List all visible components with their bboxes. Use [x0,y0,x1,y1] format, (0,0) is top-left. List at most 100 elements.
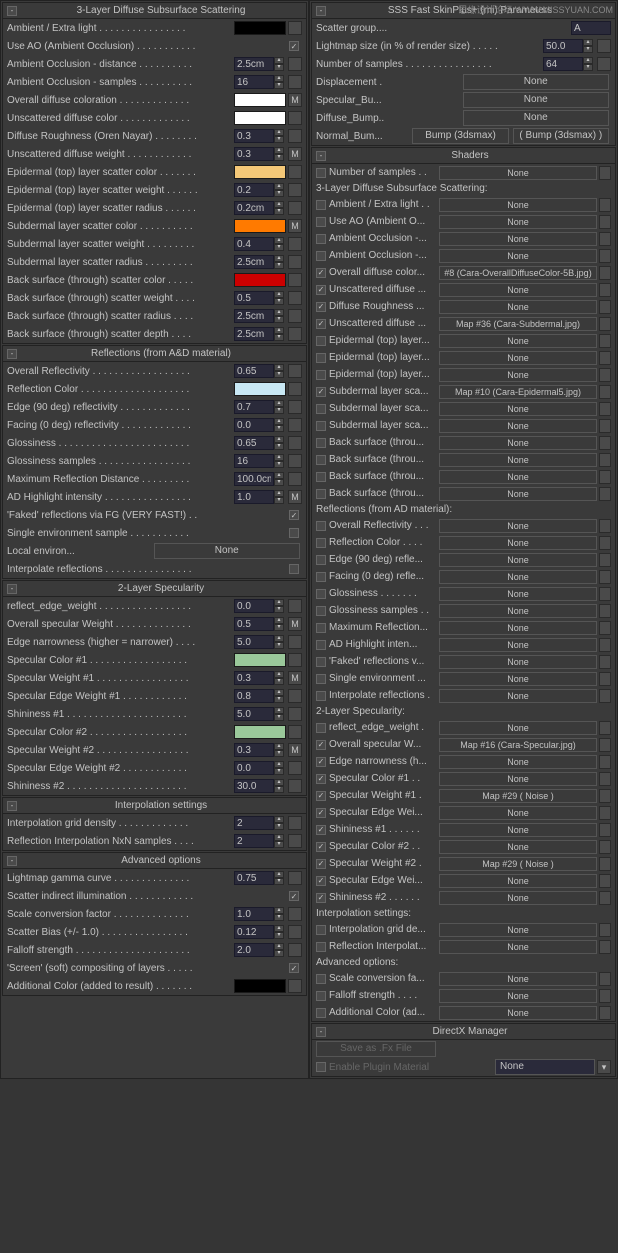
section-header[interactable]: -2-Layer Specularity [3,581,306,597]
checkbox[interactable] [316,521,326,531]
spinner-down-icon[interactable]: ▾ [583,46,593,53]
spinner[interactable]: ▴▾ [543,39,595,53]
spinner-down-icon[interactable]: ▾ [274,82,284,89]
checkbox[interactable] [316,353,326,363]
shader-map-button[interactable]: None [439,689,597,703]
shader-map-button[interactable]: None [439,755,597,769]
collapse-icon[interactable]: - [316,6,326,16]
checkbox[interactable] [316,657,326,667]
checkbox[interactable]: ✓ [289,891,299,901]
shader-map-button[interactable]: None [439,621,597,635]
spinner-up-icon[interactable]: ▴ [274,418,284,425]
spinner-down-icon[interactable]: ▾ [274,244,284,251]
shader-extra-button[interactable] [599,487,611,501]
shader-map-button[interactable]: None [439,772,597,786]
shader-extra-button[interactable] [599,453,611,467]
section-header[interactable]: -Interpolation settings [3,798,306,814]
shader-map-button[interactable]: None [439,923,597,937]
spinner-down-icon[interactable]: ▾ [274,407,284,414]
spinner-down-icon[interactable]: ▾ [274,208,284,215]
checkbox[interactable] [316,572,326,582]
shader-extra-button[interactable] [599,249,611,263]
spinner-input[interactable] [234,635,274,649]
checkbox[interactable] [316,1062,326,1072]
shader-extra-button[interactable] [599,789,611,803]
spinner[interactable]: ▴▾ [234,237,286,251]
text-input[interactable] [571,21,611,35]
shader-map-button[interactable]: None [439,672,597,686]
shader-map-button[interactable]: None [439,419,597,433]
section-header[interactable]: -Reflections (from A&D material) [3,346,306,362]
shader-map-button[interactable]: None [439,519,597,533]
empty-slot[interactable] [288,979,302,993]
spinner[interactable]: ▴▾ [234,907,286,921]
spinner-input[interactable] [234,943,274,957]
spinner[interactable]: ▴▾ [234,761,286,775]
spinner-down-icon[interactable]: ▾ [274,154,284,161]
shader-extra-button[interactable] [599,923,611,937]
spinner[interactable]: ▴▾ [234,201,286,215]
shader-extra-button[interactable] [599,940,611,954]
empty-slot[interactable] [288,472,302,486]
spinner-input[interactable] [234,671,274,685]
spinner[interactable]: ▴▾ [234,490,286,504]
shader-extra-button[interactable] [599,232,611,246]
shader-extra-button[interactable] [599,351,611,365]
checkbox[interactable] [316,723,326,733]
shader-map-button[interactable]: None [439,989,597,1003]
color-swatch[interactable] [234,979,286,993]
spinner-down-icon[interactable]: ▾ [274,479,284,486]
shader-extra-button[interactable] [599,655,611,669]
empty-slot[interactable] [288,255,302,269]
spinner-up-icon[interactable]: ▴ [274,57,284,64]
spinner-down-icon[interactable]: ▾ [274,64,284,71]
shader-map-button[interactable]: Map #29 ( Noise ) [439,789,597,803]
color-swatch[interactable] [234,111,286,125]
spinner-up-icon[interactable]: ▴ [274,816,284,823]
spinner-down-icon[interactable]: ▾ [274,497,284,504]
spinner[interactable]: ▴▾ [234,707,286,721]
shader-extra-button[interactable] [599,266,611,280]
shader-map-button[interactable]: None [439,940,597,954]
checkbox[interactable]: ✓ [316,757,326,767]
spinner-down-icon[interactable]: ▾ [274,443,284,450]
spinner-up-icon[interactable]: ▴ [274,707,284,714]
empty-slot[interactable] [288,21,302,35]
empty-slot[interactable] [288,436,302,450]
shader-extra-button[interactable] [599,553,611,567]
spinner[interactable]: ▴▾ [234,364,286,378]
shader-extra-button[interactable] [599,436,611,450]
shader-extra-button[interactable] [599,283,611,297]
spinner-down-icon[interactable]: ▾ [274,768,284,775]
shader-map-button[interactable]: None [439,249,597,263]
spinner-up-icon[interactable]: ▴ [274,327,284,334]
shader-extra-button[interactable] [599,891,611,905]
shader-extra-button[interactable] [599,317,611,331]
spinner[interactable]: ▴▾ [234,943,286,957]
spinner[interactable]: ▴▾ [234,183,286,197]
spinner-up-icon[interactable]: ▴ [274,689,284,696]
color-swatch[interactable] [234,219,286,233]
spinner-input[interactable] [234,309,274,323]
empty-slot[interactable] [288,111,302,125]
spinner-input[interactable] [543,57,583,71]
checkbox[interactable] [316,674,326,684]
checkbox[interactable]: ✓ [289,41,299,51]
checkbox[interactable]: ✓ [316,876,326,886]
spinner-input[interactable] [234,779,274,793]
shader-extra-button[interactable] [599,840,611,854]
shader-map-button[interactable]: None [439,300,597,314]
spinner-up-icon[interactable]: ▴ [274,201,284,208]
shader-extra-button[interactable] [599,857,611,871]
spinner[interactable]: ▴▾ [234,599,286,613]
map-toggle-button[interactable]: M [288,617,302,631]
shader-map-button[interactable]: Map #10 (Cara-Epidermal5.jpg) [439,385,597,399]
checkbox[interactable] [316,200,326,210]
spinner[interactable]: ▴▾ [234,925,286,939]
shader-map-button[interactable]: None [439,553,597,567]
spinner[interactable]: ▴▾ [234,871,286,885]
spinner-up-icon[interactable]: ▴ [274,490,284,497]
empty-slot[interactable] [288,382,302,396]
map-toggle-button[interactable]: M [288,93,302,107]
shader-extra-button[interactable] [599,385,611,399]
